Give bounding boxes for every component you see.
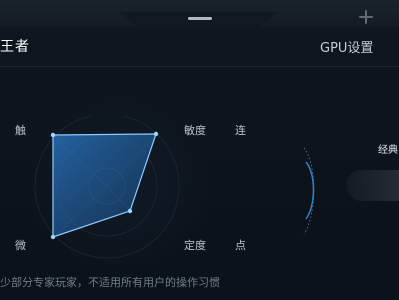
drag-handle[interactable]	[188, 17, 212, 20]
radar-label-right-bottom-2: 点	[235, 239, 246, 252]
radar-label-left-bottom: 微	[15, 239, 26, 252]
radar-chart	[33, 113, 198, 261]
radar-label-left-top: 触	[15, 124, 26, 137]
header-divider	[0, 66, 399, 67]
radar-point-2	[153, 131, 159, 137]
side-control[interactable]	[290, 142, 399, 240]
radar-chart-svg	[34, 113, 180, 259]
radar-polygon	[52, 133, 157, 238]
mode-title: 王者	[0, 39, 30, 55]
footer-note: 少部分专家玩家，不适用所有用户的操作习惯	[0, 276, 220, 289]
side-label: 经典	[378, 145, 398, 156]
gpu-settings-tab[interactable]: GPU设置	[320, 37, 373, 56]
radar-label-right-top-2: 连	[235, 124, 246, 137]
plus-icon[interactable]	[358, 9, 374, 25]
side-slider-track[interactable]	[346, 170, 399, 201]
radar-point-4	[50, 234, 56, 240]
header-row: 王者 GPU设置	[0, 27, 399, 66]
curve-track-dotted	[303, 147, 315, 235]
radar-point-3	[127, 208, 133, 214]
radar-point-1	[50, 132, 56, 138]
app-frame: 王者 GPU设置 触 敏度 连 微 定度 点 经典 少部分专家玩家，不适用所有用…	[0, 0, 399, 300]
